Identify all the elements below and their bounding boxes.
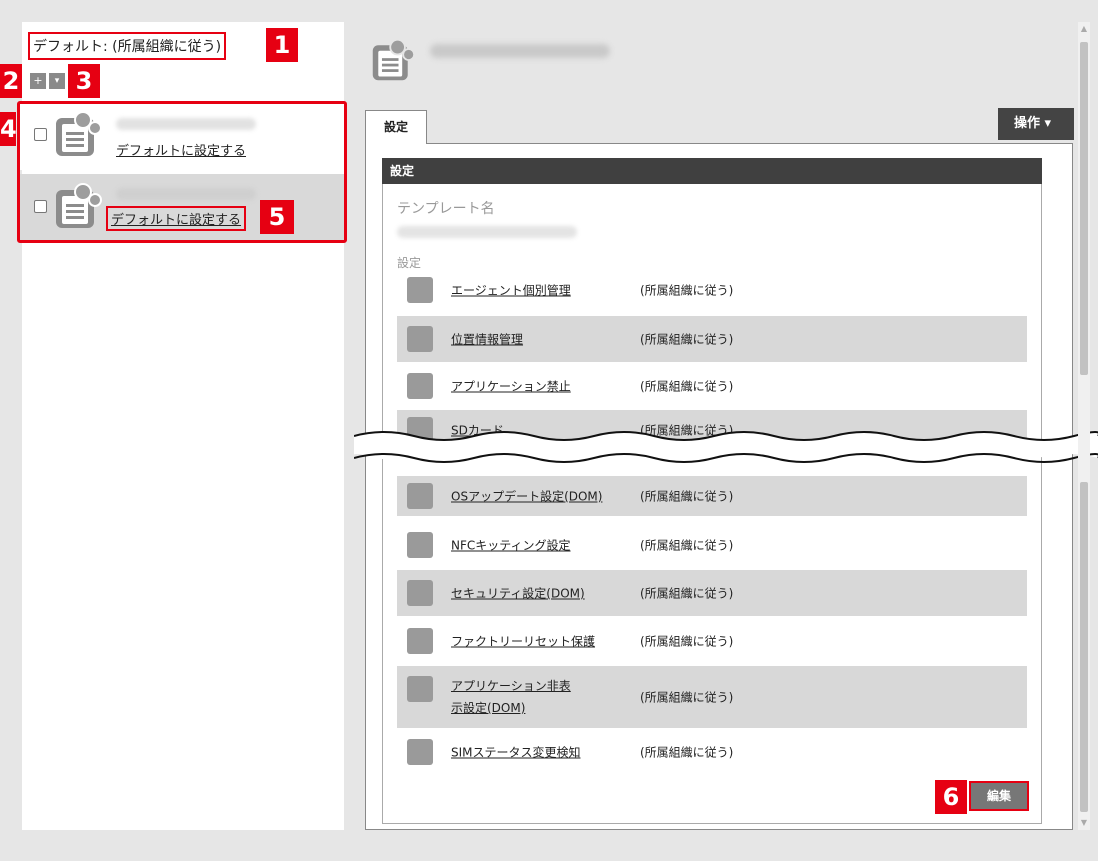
setting-row: エージェント個別管理 (所属組織に従う) <box>397 270 1027 310</box>
setting-row: SIMステータス変更検知 (所属組織に従う) <box>397 730 1027 774</box>
scrollbar-thumb[interactable] <box>1080 42 1088 375</box>
omission-break-mark <box>354 431 1098 463</box>
setting-row: アプリケーション禁止 (所属組織に従う) <box>397 364 1027 408</box>
template-menu-button[interactable]: ▾ <box>49 73 65 89</box>
edit-button[interactable]: 編集 <box>969 781 1029 811</box>
template-checkbox[interactable] <box>34 128 47 141</box>
callout-4: 4 <box>0 112 17 146</box>
setting-value: (所属組織に従う) <box>640 586 734 601</box>
template-item[interactable]: デフォルトに設定する <box>20 104 344 170</box>
template-title-blurred <box>430 44 610 58</box>
settings-panel: 設定 テンプレート名 設定 エージェント個別管理 (所属組織に従う) 位置情報管… <box>365 143 1073 830</box>
setting-value: (所属組織に従う) <box>640 489 734 504</box>
template-name-blurred <box>116 188 256 200</box>
callout-6: 6 <box>935 780 967 814</box>
template-settings-icon <box>372 38 416 81</box>
tab-settings[interactable]: 設定 <box>365 110 427 144</box>
setting-value: (所属組織に従う) <box>640 745 734 760</box>
setting-value: (所属組織に従う) <box>640 379 734 394</box>
setting-value: (所属組織に従う) <box>640 538 734 553</box>
setting-link[interactable]: アプリケーション非表示設定(DOM) <box>397 675 577 719</box>
setting-row: NFCキッティング設定 (所属組織に従う) <box>397 522 1027 568</box>
scrollbar-thumb[interactable] <box>1080 482 1088 812</box>
setting-link[interactable]: アプリケーション禁止 <box>451 378 571 395</box>
setting-link[interactable]: ファクトリーリセット保護 <box>451 633 595 650</box>
operations-menu-button[interactable]: 操作 ▾ <box>998 108 1074 140</box>
setting-row: セキュリティ設定(DOM) (所属組織に従う) <box>397 570 1027 616</box>
template-name-label: テンプレート名 <box>397 201 495 217</box>
callout-2: 2 <box>0 64 22 98</box>
scroll-up-arrow-icon[interactable]: ▲ <box>1078 22 1090 36</box>
setting-row: ファクトリーリセット保護 (所属組織に従う) <box>397 618 1027 664</box>
setting-link[interactable]: セキュリティ設定(DOM) <box>451 585 585 602</box>
template-name-value-blurred <box>397 226 577 238</box>
template-checkbox[interactable] <box>34 200 47 213</box>
setting-row: OSアップデート設定(DOM) (所属組織に従う) <box>397 476 1027 516</box>
default-template-label: デフォルト: (所属組織に従う) <box>28 32 227 60</box>
factory-reset-icon <box>407 628 433 654</box>
setting-row: アプリケーション非表示設定(DOM) (所属組織に従う) <box>397 666 1027 728</box>
set-default-link[interactable]: デフォルトに設定する <box>116 140 246 159</box>
settings-label: 設定 <box>397 256 422 270</box>
setting-value: (所属組織に従う) <box>640 332 734 347</box>
callout-5: 5 <box>260 200 294 234</box>
add-template-button[interactable]: + <box>30 73 46 89</box>
set-default-link[interactable]: デフォルトに設定する <box>106 206 247 231</box>
setting-link[interactable]: SIMステータス変更検知 <box>451 744 581 761</box>
template-settings-icon <box>56 183 102 228</box>
setting-link[interactable]: NFCキッティング設定 <box>451 537 571 554</box>
os-update-icon <box>407 483 433 509</box>
template-list: デフォルトに設定する デフォルトに設定する 5 <box>17 101 347 243</box>
setting-link[interactable]: エージェント個別管理 <box>451 282 571 299</box>
template-detail-pane: 設定 操作 ▾ 設定 テンプレート名 設定 エージェント個別管理 (所属組織に従… <box>354 22 1076 830</box>
setting-row: 位置情報管理 (所属組織に従う) <box>397 316 1027 362</box>
setting-link[interactable]: OSアップデート設定(DOM) <box>451 488 602 505</box>
section-title: 設定 <box>382 158 1042 184</box>
nfc-icon <box>407 532 433 558</box>
location-icon <box>407 326 433 352</box>
sim-icon <box>407 739 433 765</box>
callout-3: 3 <box>68 64 100 98</box>
setting-value: (所属組織に従う) <box>640 634 734 649</box>
app-block-icon <box>407 373 433 399</box>
security-icon <box>407 580 433 606</box>
setting-value: (所属組織に従う) <box>640 690 734 705</box>
template-name-blurred <box>116 118 256 130</box>
setting-link[interactable]: 位置情報管理 <box>451 331 523 348</box>
scroll-down-arrow-icon[interactable]: ▼ <box>1078 816 1090 830</box>
settings-section: テンプレート名 設定 エージェント個別管理 (所属組織に従う) 位置情報管理 (… <box>382 184 1042 824</box>
setting-value: (所属組織に従う) <box>640 283 734 298</box>
callout-1: 1 <box>266 28 298 62</box>
template-item[interactable]: デフォルトに設定する 5 <box>20 174 344 240</box>
vertical-scrollbar[interactable]: ▲ ▼ <box>1078 22 1090 830</box>
template-settings-icon <box>56 111 102 156</box>
agent-icon <box>407 277 433 303</box>
